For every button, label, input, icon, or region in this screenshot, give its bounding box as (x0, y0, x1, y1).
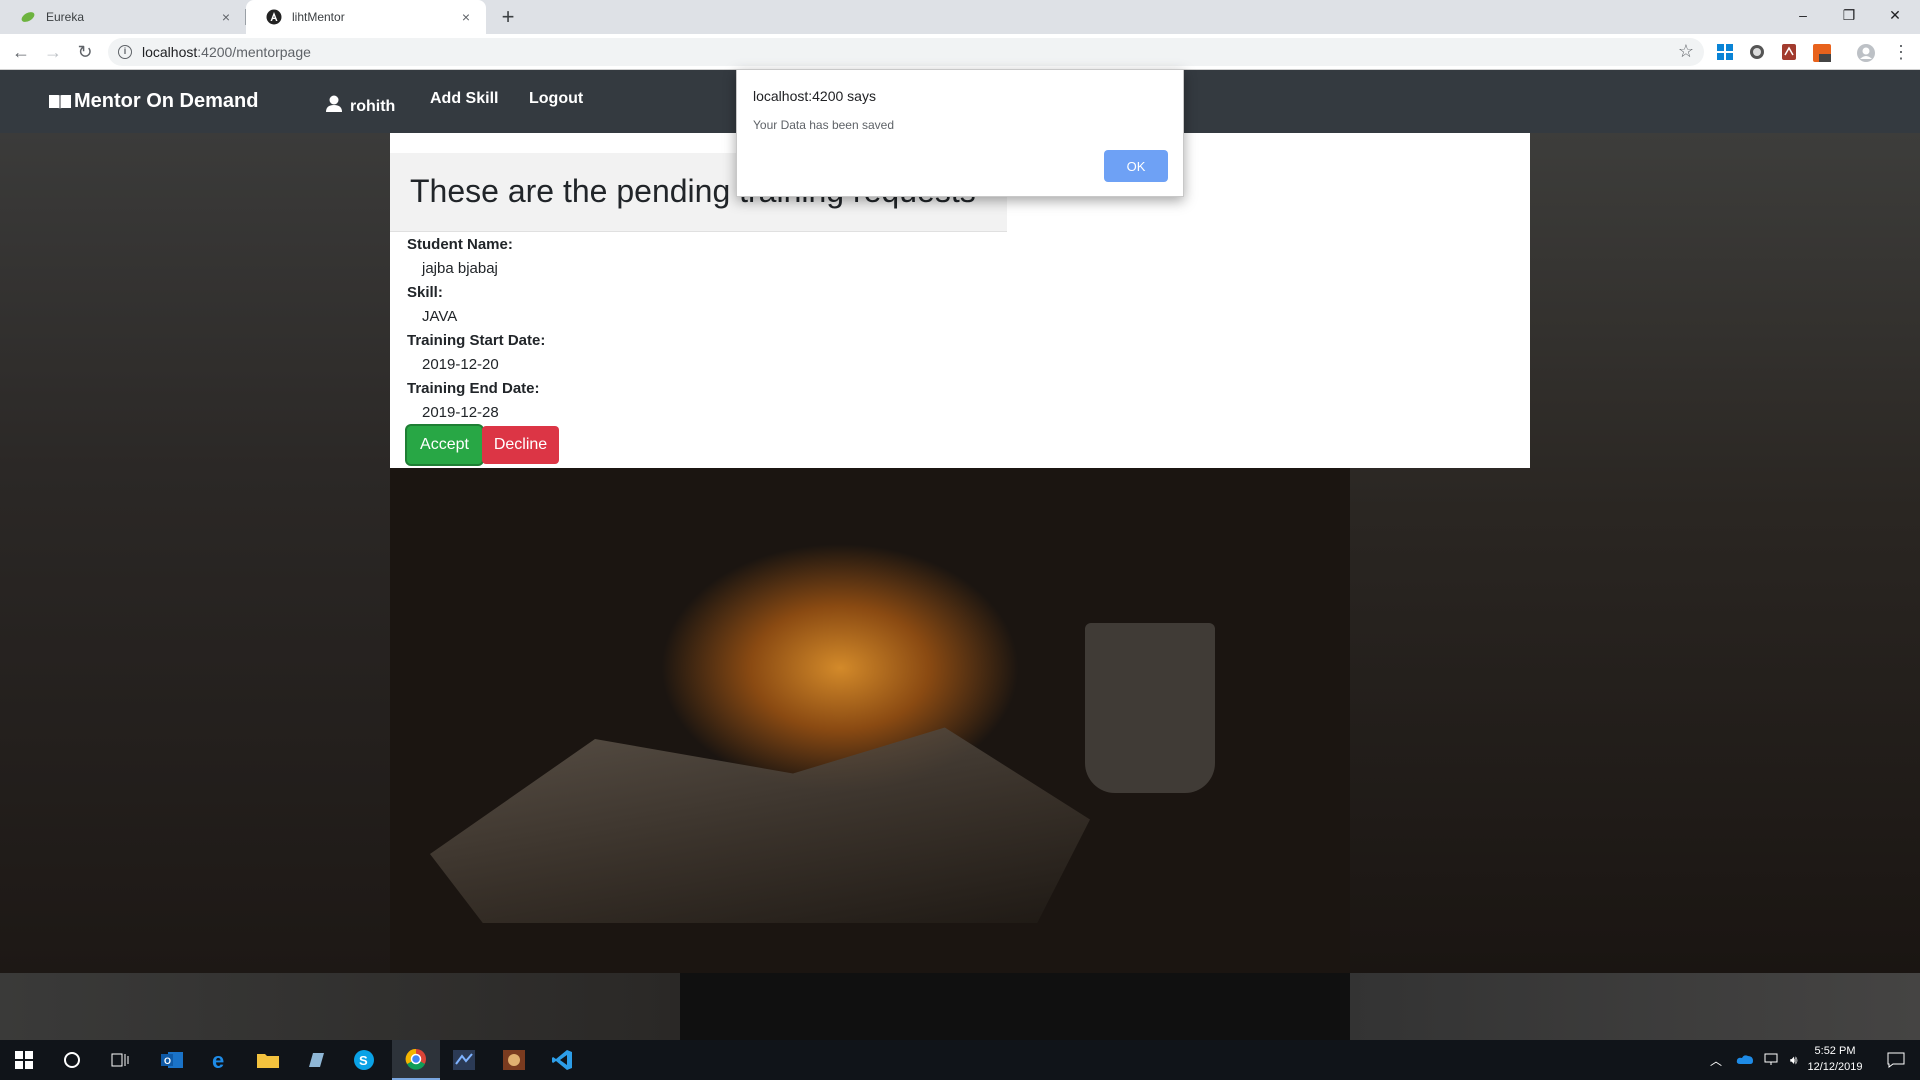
network-icon[interactable] (1764, 1052, 1780, 1069)
close-tab-icon[interactable]: × (214, 9, 238, 25)
reload-icon[interactable]: ↻ (74, 41, 96, 63)
nav-add-skill[interactable]: Add Skill (430, 90, 498, 108)
end-date-label: Training End Date: (407, 380, 540, 397)
skype-icon[interactable]: S (340, 1040, 388, 1080)
url-path: :4200/mentorpage (197, 44, 311, 60)
ok-button[interactable]: OK (1104, 150, 1168, 182)
skill-label: Skill: (407, 284, 443, 301)
address-bar[interactable]: i localhost:4200/mentorpage ☆ (108, 38, 1704, 66)
end-date-value: 2019-12-28 (422, 404, 499, 421)
clock-time: 5:52 PM (1814, 1045, 1856, 1057)
svg-text:S: S (359, 1053, 368, 1068)
edge-icon[interactable]: e (196, 1040, 244, 1080)
student-name-value: jajba bjabaj (422, 260, 498, 277)
restore-icon[interactable]: ❐ (1826, 0, 1872, 30)
sts-icon[interactable] (440, 1040, 488, 1080)
user-icon (326, 95, 342, 113)
browser-tab-strip: Eureka × lihtMentor × + – ❐ ✕ (0, 0, 1920, 34)
browser-menu-icon[interactable]: ⋮ (1890, 41, 1912, 63)
clock-date: 12/12/2019 (1807, 1061, 1863, 1073)
chrome-icon[interactable] (392, 1040, 440, 1080)
start-date-label: Training Start Date: (407, 332, 546, 349)
leaf-icon (20, 9, 36, 25)
tab-title: lihtMentor (292, 10, 345, 24)
circle-extension-icon[interactable] (1748, 43, 1766, 61)
dialog-message: Your Data has been saved (753, 118, 894, 132)
outlook-icon[interactable]: O (148, 1040, 196, 1080)
start-windows-icon[interactable] (0, 1040, 48, 1080)
user-name: rohith (350, 98, 396, 115)
new-tab-button[interactable]: + (494, 5, 522, 29)
brand-name: Mentor On Demand (74, 90, 259, 112)
brand[interactable]: Mentor On Demand (48, 90, 258, 113)
profile-avatar-icon[interactable] (1856, 43, 1875, 62)
user-link[interactable]: rohith (326, 92, 395, 116)
info-icon[interactable]: i (118, 45, 132, 59)
browser-toolbar: ← → ↻ i localhost:4200/mentorpage ☆ ⋮ (0, 34, 1920, 70)
back-icon[interactable]: ← (10, 41, 32, 63)
tab-eureka[interactable]: Eureka × (0, 0, 246, 34)
notification-icon[interactable] (1872, 1040, 1920, 1080)
alert-dialog: localhost:4200 says Your Data has been s… (736, 69, 1184, 197)
angular-icon (266, 9, 282, 25)
start-date-value: 2019-12-20 (422, 356, 499, 373)
onedrive-icon[interactable] (1736, 1053, 1754, 1068)
close-tab-icon[interactable]: × (454, 9, 478, 25)
app-icon[interactable] (490, 1040, 538, 1080)
student-name-label: Student Name: (407, 236, 513, 253)
background-bottom-strip (0, 973, 1920, 1040)
volume-icon[interactable]: 🔊︎ (1790, 1053, 1798, 1068)
windows-extension-icon[interactable] (1716, 43, 1734, 61)
tab-lihtmentor[interactable]: lihtMentor × (246, 0, 486, 34)
decline-button[interactable]: Decline (482, 426, 559, 464)
skill-value: JAVA (422, 308, 458, 325)
minimize-icon[interactable]: – (1780, 0, 1826, 30)
close-window-icon[interactable]: ✕ (1872, 0, 1918, 30)
dialog-title: localhost:4200 says (753, 88, 876, 104)
tab-title: Eureka (46, 10, 85, 24)
pdf-extension-icon[interactable] (1780, 43, 1798, 61)
accept-button[interactable]: Accept (407, 426, 482, 464)
tray-chevron-icon[interactable]: ︿ (1710, 1052, 1722, 1069)
window-left (0, 133, 390, 973)
forward-icon[interactable]: → (42, 41, 64, 63)
book-icon (48, 93, 72, 111)
off-extension-icon[interactable] (1812, 43, 1831, 62)
svg-text:e: e (212, 1049, 224, 1071)
search-circle-icon[interactable] (48, 1040, 96, 1080)
clock[interactable]: 5:52 PM 12/12/2019 (1800, 1043, 1870, 1075)
nav-logout[interactable]: Logout (529, 90, 583, 108)
vscode-icon[interactable] (538, 1040, 586, 1080)
windows-taskbar: O e S ︿ 🔊︎ 5:52 PM 12/12/2019 (0, 1040, 1920, 1080)
svg-text:O: O (164, 1056, 171, 1066)
file-explorer-icon[interactable] (244, 1040, 292, 1080)
system-tray: ︿ 🔊︎ (1710, 1040, 1798, 1080)
notepad-icon[interactable] (292, 1040, 340, 1080)
task-view-icon[interactable] (96, 1040, 144, 1080)
coffee-cup (1085, 623, 1215, 793)
url-host: localhost (142, 44, 198, 60)
bookmark-star-icon[interactable]: ☆ (1678, 41, 1694, 62)
